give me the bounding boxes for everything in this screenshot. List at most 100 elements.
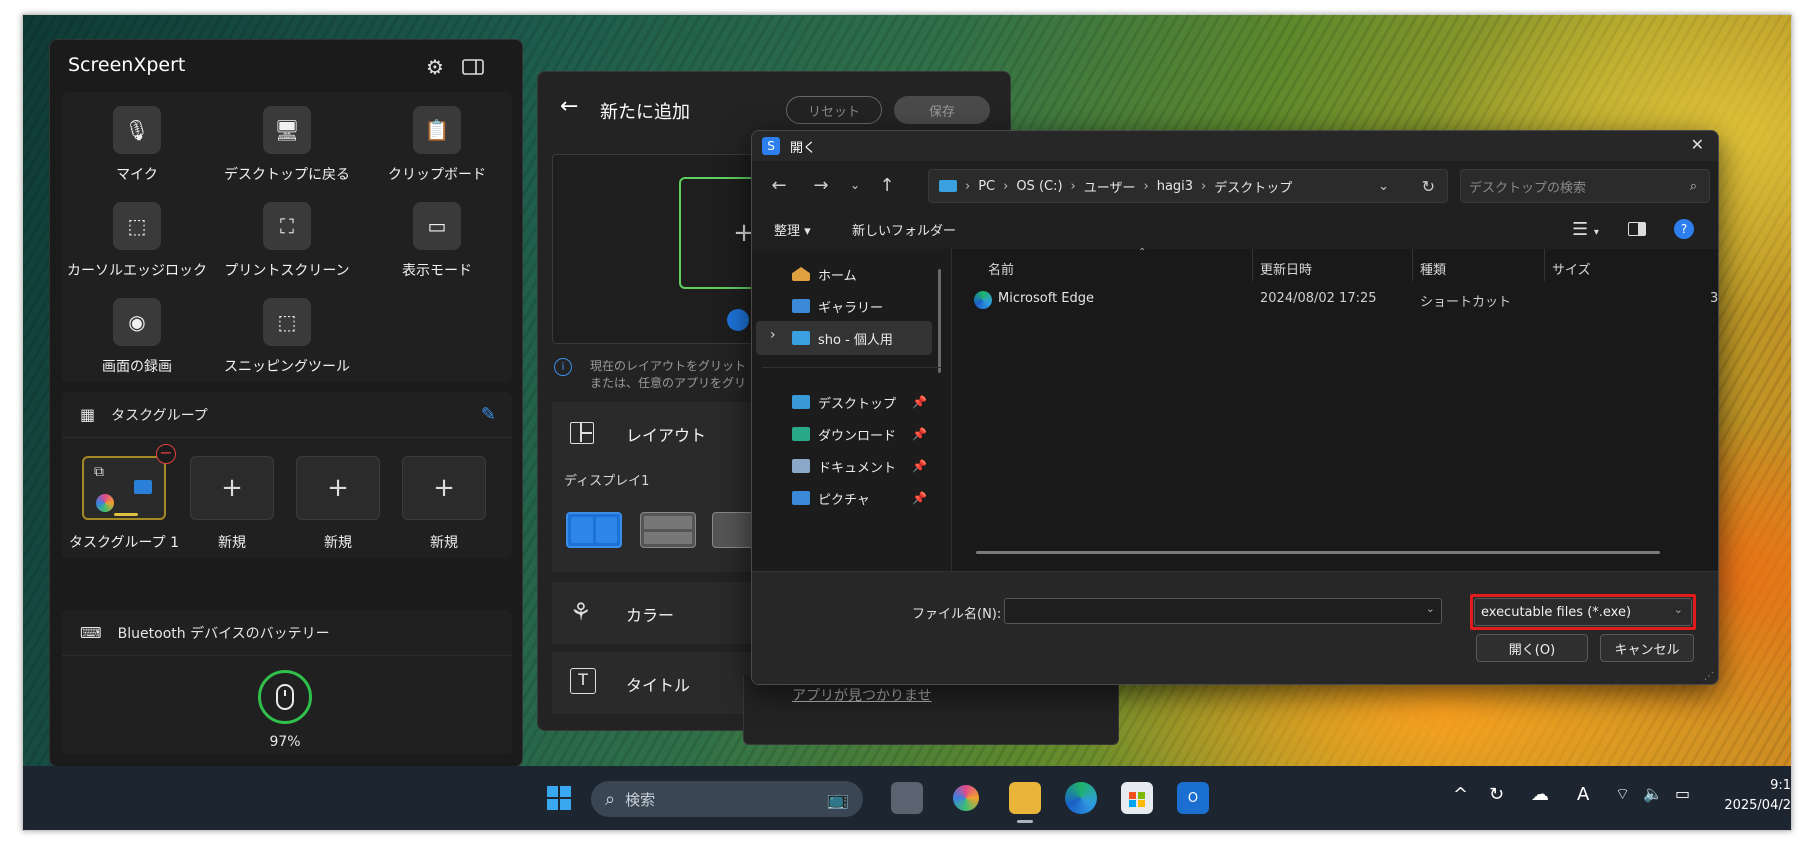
explorer-active-indicator xyxy=(1017,820,1033,823)
start-windows-icon[interactable] xyxy=(543,782,575,814)
back-arrow-icon[interactable]: ← xyxy=(766,173,792,197)
tool-display-mode[interactable]: ▭ 表示モード xyxy=(362,202,512,280)
forward-arrow-icon[interactable]: → xyxy=(808,173,834,197)
tool-print-screen[interactable]: ⛶ プリントスクリーン xyxy=(212,202,362,280)
nav-item-desktop[interactable]: デスクトップ xyxy=(792,387,896,417)
nav-item-documents[interactable]: ドキュメント xyxy=(792,451,896,481)
grid-apps-icon: ▦ xyxy=(80,405,96,424)
tool-clipboard[interactable]: 📋 クリップボード xyxy=(362,106,512,184)
nav-label: ダウンロード xyxy=(818,428,897,444)
breadcrumb-item[interactable]: PC xyxy=(978,179,995,194)
folder-search-input[interactable]: デスクトップの検索 ⌕ xyxy=(1460,169,1710,203)
breadcrumb-item[interactable]: ユーザー xyxy=(1084,177,1136,196)
column-header-name[interactable]: 名前 xyxy=(988,259,1014,278)
address-bar[interactable]: › PC › OS (C:) › ユーザー › hagi3 › デスクトップ ⌄… xyxy=(928,169,1448,203)
column-header-type[interactable]: 種類 xyxy=(1420,259,1446,278)
task-group-label: 新規 xyxy=(324,535,352,551)
breadcrumb-item[interactable]: hagi3 xyxy=(1157,179,1193,194)
edge-browser-icon[interactable] xyxy=(1065,782,1097,814)
breadcrumb-item[interactable]: デスクトップ xyxy=(1214,177,1292,196)
bluetooth-header: ⌨ Bluetooth デバイスのバッテリー xyxy=(62,610,512,656)
organize-menu[interactable]: 整理 ▾ xyxy=(774,220,811,239)
layout-option-split-horizontal[interactable] xyxy=(640,512,696,548)
nav-label: ピクチャ xyxy=(818,492,870,508)
nav-item-downloads[interactable]: ダウンロード xyxy=(792,419,896,449)
input-method-icon[interactable]: A xyxy=(1577,784,1589,805)
microsoft-store-icon[interactable] xyxy=(1121,782,1153,814)
new-task-group-button[interactable]: + xyxy=(190,456,274,520)
copilot-icon[interactable] xyxy=(953,785,979,811)
taskbar-search-box[interactable]: ⌕ 検索 📺 xyxy=(591,781,863,817)
save-button[interactable]: 保存 xyxy=(894,96,990,124)
task-view-icon[interactable] xyxy=(891,782,923,814)
refresh-icon[interactable]: ↻ xyxy=(1422,177,1435,196)
tool-microphone[interactable]: 🎙 マイク xyxy=(62,106,212,184)
open-button[interactable]: 開く(O) xyxy=(1476,634,1588,662)
up-arrow-icon[interactable]: ↑ xyxy=(874,173,900,197)
search-icon: ⌕ xyxy=(1689,178,1697,194)
nav-item-onedrive[interactable]: sho - 個人用 xyxy=(792,323,893,353)
app-not-found-text: アプリが見つかりませ xyxy=(792,688,932,704)
tool-label: クリップボード xyxy=(388,167,486,183)
search-placeholder: デスクトップの検索 xyxy=(1469,180,1587,196)
filename-input[interactable]: ⌄ xyxy=(1004,598,1442,624)
edit-pencil-icon[interactable]: ✎ xyxy=(481,404,496,425)
nav-scrollbar[interactable] xyxy=(938,269,941,373)
nav-item-pictures[interactable]: ピクチャ xyxy=(792,483,870,513)
help-icon[interactable]: ? xyxy=(1674,219,1694,239)
close-icon[interactable]: ✕ xyxy=(1691,135,1704,154)
nav-item-gallery[interactable]: ギャラリー xyxy=(792,291,883,321)
file-row[interactable]: Microsoft Edge 2024/08/02 17:25 ショートカット … xyxy=(952,285,1718,313)
quick-tools-grid: 🎙 マイク 🖥 デスクトップに戻る 📋 クリップボード ⬚ カーソルエッジロック… xyxy=(62,92,512,382)
screenxpert-panel: ScreenXpert ⚙ 🎙 マイク 🖥 デスクトップに戻る 📋 クリップボー… xyxy=(49,39,523,767)
print-screen-icon: ⛶ xyxy=(263,202,311,250)
text-title-icon: T xyxy=(570,668,596,694)
resize-grip-icon[interactable]: ⋰ xyxy=(1704,671,1714,682)
breadcrumb-item[interactable]: OS (C:) xyxy=(1016,179,1062,194)
wifi-icon[interactable]: ⌔ xyxy=(1615,784,1630,804)
battery-icon[interactable]: ▭ xyxy=(1675,784,1690,803)
preview-pane-icon[interactable] xyxy=(1628,222,1646,236)
back-arrow-icon[interactable]: ← xyxy=(560,94,578,119)
bluetooth-title: Bluetooth デバイスのバッテリー xyxy=(117,625,330,642)
view-list-icon[interactable]: ☰ ▾ xyxy=(1572,219,1599,240)
remove-group-icon[interactable]: − xyxy=(156,444,176,464)
filetype-dropdown-icon: ⌄ xyxy=(1673,603,1683,616)
show-hidden-icons-chevron-icon[interactable]: ^ xyxy=(1453,784,1468,805)
tool-screen-record[interactable]: ◉ 画面の録画 xyxy=(62,298,212,376)
file-explorer-icon[interactable] xyxy=(1009,782,1041,814)
column-header-modified[interactable]: 更新日時 xyxy=(1260,259,1312,278)
expand-chevron-icon[interactable]: › xyxy=(770,327,776,343)
taskbar-search-placeholder: 検索 xyxy=(625,790,656,809)
recent-locations-chevron-icon[interactable]: ⌄ xyxy=(842,173,868,197)
new-task-group-button[interactable]: + xyxy=(296,456,380,520)
horizontal-scrollbar[interactable] xyxy=(976,551,1660,554)
filename-dropdown-icon[interactable]: ⌄ xyxy=(1426,602,1435,615)
volume-icon[interactable]: 🔈 xyxy=(1643,784,1663,803)
file-modified: 2024/08/02 17:25 xyxy=(1260,291,1377,306)
nav-item-home[interactable]: ホーム xyxy=(792,259,857,289)
tool-show-desktop[interactable]: 🖥 デスクトップに戻る xyxy=(212,106,362,184)
new-folder-button[interactable]: 新しいフォルダー xyxy=(852,220,956,239)
cancel-button[interactable]: キャンセル xyxy=(1600,634,1694,662)
layout-option-split-vertical[interactable] xyxy=(566,512,622,548)
sync-status-icon[interactable]: ↻ xyxy=(1489,784,1504,805)
tool-cursor-edge-lock[interactable]: ⬚ カーソルエッジロック xyxy=(62,202,212,280)
task-group-1-card[interactable]: ⧉ xyxy=(82,456,166,520)
system-clock[interactable]: 9:1 2025/04/2 xyxy=(1721,776,1791,816)
sidebar-toggle-icon[interactable] xyxy=(460,54,486,80)
onedrive-cloud-icon[interactable]: ☁ xyxy=(1531,784,1549,805)
settings-gear-icon[interactable]: ⚙ xyxy=(422,54,448,80)
tool-snipping[interactable]: ⬚ スニッピングツール xyxy=(212,298,362,376)
task-group-label: 新規 xyxy=(430,535,458,551)
filetype-select[interactable]: executable files (*.exe) ⌄ xyxy=(1474,598,1692,626)
display-mode-icon: ▭ xyxy=(413,202,461,250)
outlook-new-icon[interactable]: O xyxy=(1177,782,1209,814)
address-dropdown-icon[interactable]: ⌄ xyxy=(1378,179,1389,194)
task-group-title: タスクグループ xyxy=(111,407,208,424)
new-task-group-button[interactable]: + xyxy=(402,456,486,520)
column-header-size[interactable]: サイズ xyxy=(1552,259,1591,278)
reset-button[interactable]: リセット xyxy=(786,96,882,124)
info-text-line1: 現在のレイアウトをグリット xyxy=(590,359,747,373)
organize-label: 整理 xyxy=(774,223,801,239)
